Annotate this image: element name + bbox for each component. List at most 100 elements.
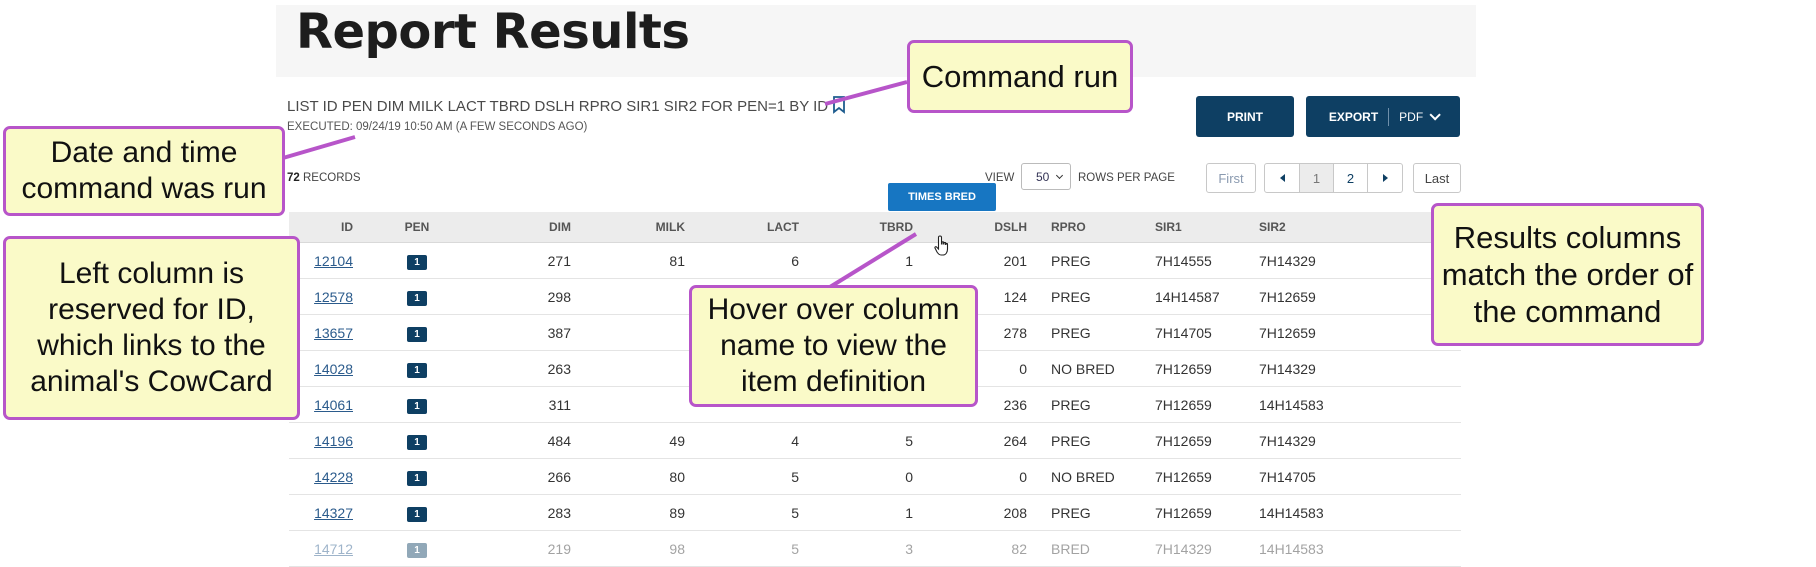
cell-dim: 484 bbox=[469, 422, 583, 459]
cell-dim: 263 bbox=[469, 350, 583, 387]
cell-sir2: 7H12659 bbox=[1247, 314, 1461, 351]
cell-value: 7H12659 bbox=[1155, 468, 1212, 485]
column-header-pen[interactable]: PEN bbox=[365, 212, 469, 243]
cell-pen: 1 bbox=[365, 494, 469, 531]
table-row: 12104 1 271 81 6 1 201 PREG 7H14555 7H14329 bbox=[289, 242, 1461, 279]
cell-value: 0 bbox=[905, 468, 913, 485]
cell-sir1: 7H14705 bbox=[1143, 314, 1247, 351]
cowcard-link[interactable]: 12104 bbox=[314, 253, 353, 269]
pagination-page-1[interactable]: 1 bbox=[1299, 163, 1334, 193]
cell-value: 5 bbox=[791, 504, 799, 521]
cell-value: 6 bbox=[791, 252, 799, 269]
cell-milk bbox=[583, 314, 697, 351]
export-button[interactable]: EXPORT PDF bbox=[1306, 96, 1460, 137]
cell-value: 264 bbox=[1003, 432, 1027, 449]
pagination-prev[interactable] bbox=[1264, 163, 1300, 193]
cowcard-link[interactable]: 14327 bbox=[314, 505, 353, 521]
callout-left-column: Left column is reserved for ID, which li… bbox=[3, 236, 300, 420]
record-count: 72 RECORDS bbox=[287, 172, 361, 184]
pagination-next[interactable] bbox=[1367, 163, 1403, 193]
cell-value: 283 bbox=[547, 504, 571, 521]
table-row: 14196 1 484 49 4 5 264 PREG 7H12659 7H14329 bbox=[289, 422, 1461, 459]
column-header-milk[interactable]: MILK bbox=[583, 212, 697, 243]
cell-id: 14327 bbox=[289, 494, 365, 531]
cell-value: 82 bbox=[1011, 540, 1027, 557]
cell-value: PREG bbox=[1051, 288, 1091, 305]
cell-value: 387 bbox=[547, 324, 571, 341]
column-header-dim[interactable]: DIM bbox=[469, 212, 583, 243]
rows-per-page-select[interactable]: 50 bbox=[1021, 163, 1071, 190]
cell-value: 7H14705 bbox=[1155, 324, 1212, 341]
column-header-sir1[interactable]: SIR1 bbox=[1143, 212, 1247, 243]
cell-sir1: 7H14555 bbox=[1143, 242, 1247, 279]
cell-id: 13657 bbox=[289, 314, 365, 351]
cowcard-link[interactable]: 14228 bbox=[314, 469, 353, 485]
print-button[interactable]: PRINT bbox=[1196, 96, 1294, 137]
column-header-id[interactable]: ID bbox=[289, 212, 365, 243]
table-row: 14712 1 219 98 5 3 82 BRED 7H14329 14H14583 bbox=[289, 530, 1461, 567]
column-header-sir2[interactable]: SIR2 bbox=[1247, 212, 1461, 243]
cell-value: 219 bbox=[547, 540, 571, 557]
cell-sir2: 14H14583 bbox=[1247, 386, 1461, 423]
bookmark-icon[interactable] bbox=[832, 96, 846, 114]
cell-milk bbox=[583, 278, 697, 315]
cell-pen: 1 bbox=[365, 422, 469, 459]
column-header-tbrd[interactable]: TBRD bbox=[811, 212, 925, 243]
executed-timestamp: EXECUTED: 09/24/19 10:50 AM (A FEW SECON… bbox=[287, 121, 588, 133]
cell-value: 124 bbox=[1003, 288, 1027, 305]
cell-value: PREG bbox=[1051, 324, 1091, 341]
cell-rpro: BRED bbox=[1039, 530, 1143, 567]
cell-sir2: 7H12659 bbox=[1247, 278, 1461, 315]
column-header-rpro[interactable]: RPRO bbox=[1039, 212, 1143, 243]
cell-value: 14H14583 bbox=[1259, 396, 1324, 413]
cell-lact: 5 bbox=[697, 494, 811, 531]
cell-dim: 387 bbox=[469, 314, 583, 351]
cowcard-link[interactable]: 14061 bbox=[314, 397, 353, 413]
table-header-row: ID PEN DIM MILK LACT TBRD DSLH RPRO SIR1… bbox=[289, 212, 1461, 243]
pen-badge: 1 bbox=[407, 254, 427, 270]
cell-id: 12578 bbox=[289, 278, 365, 315]
cell-milk: 49 bbox=[583, 422, 697, 459]
cell-value: NO BRED bbox=[1051, 468, 1115, 485]
cell-sir1: 14H14587 bbox=[1143, 278, 1247, 315]
cell-lact: 6 bbox=[697, 242, 811, 279]
cell-value: PREG bbox=[1051, 396, 1091, 413]
cell-value: 236 bbox=[1003, 396, 1027, 413]
cell-value: 484 bbox=[547, 432, 571, 449]
export-divider bbox=[1388, 107, 1390, 126]
cell-value: 278 bbox=[1003, 324, 1027, 341]
cell-milk bbox=[583, 386, 697, 423]
cell-sir2: 7H14329 bbox=[1247, 422, 1461, 459]
cowcard-link[interactable]: 14028 bbox=[314, 361, 353, 377]
pagination-page-2[interactable]: 2 bbox=[1333, 163, 1368, 193]
cell-pen: 1 bbox=[365, 386, 469, 423]
cowcard-link[interactable]: 12578 bbox=[314, 289, 353, 305]
cell-sir2: 7H14705 bbox=[1247, 458, 1461, 495]
record-count-number: 72 bbox=[287, 172, 300, 184]
pagination-last[interactable]: Last bbox=[1413, 163, 1461, 193]
cell-dim: 219 bbox=[469, 530, 583, 567]
cell-value: PREG bbox=[1051, 252, 1091, 269]
pagination-first[interactable]: First bbox=[1206, 163, 1256, 193]
column-header-lact[interactable]: LACT bbox=[697, 212, 811, 243]
cell-dslh: 264 bbox=[925, 422, 1039, 459]
cell-rpro: PREG bbox=[1039, 314, 1143, 351]
cell-id: 14228 bbox=[289, 458, 365, 495]
cell-rpro: PREG bbox=[1039, 494, 1143, 531]
cell-value: 201 bbox=[1003, 252, 1027, 269]
cowcard-link[interactable]: 13657 bbox=[314, 325, 353, 341]
caret-right-icon bbox=[1382, 174, 1388, 182]
cell-rpro: PREG bbox=[1039, 386, 1143, 423]
cell-value: 266 bbox=[547, 468, 571, 485]
cell-pen: 1 bbox=[365, 350, 469, 387]
cowcard-link[interactable]: 14712 bbox=[314, 541, 353, 557]
callout-results-columns: Results columns match the order of the c… bbox=[1431, 203, 1704, 346]
cell-value: 0 bbox=[1019, 360, 1027, 377]
page-title: Report Results bbox=[296, 4, 690, 60]
cell-value: 7H12659 bbox=[1259, 288, 1316, 305]
cell-value: 0 bbox=[1019, 468, 1027, 485]
cell-value: 7H14555 bbox=[1155, 252, 1212, 269]
cell-value: 7H14329 bbox=[1155, 540, 1212, 557]
cell-milk bbox=[583, 350, 697, 387]
cowcard-link[interactable]: 14196 bbox=[314, 433, 353, 449]
